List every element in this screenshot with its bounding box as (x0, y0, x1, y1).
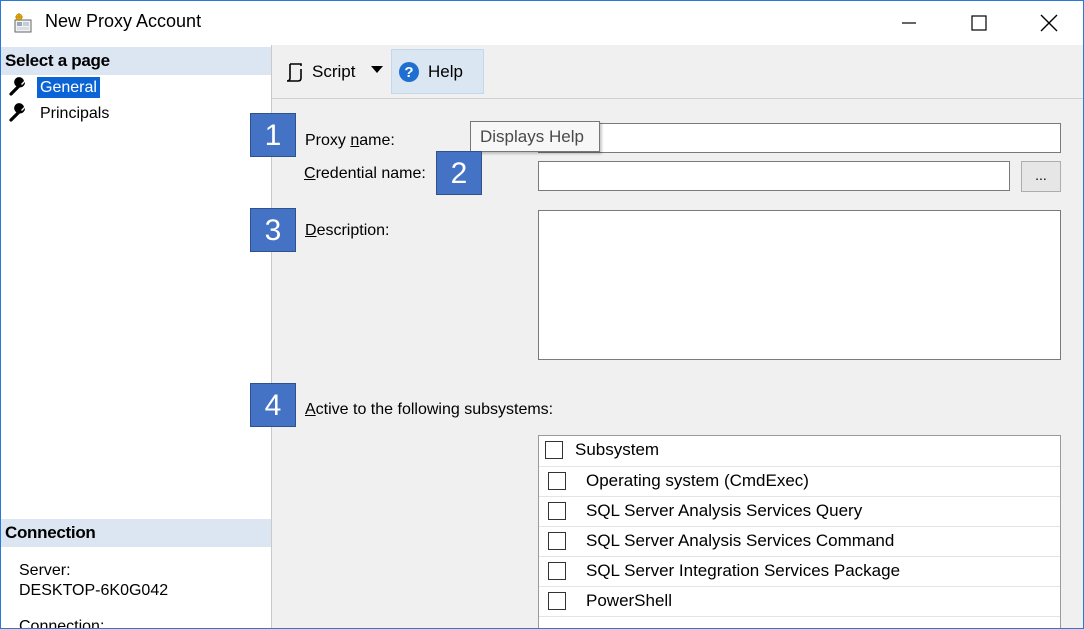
subsystem-checkbox[interactable] (548, 502, 566, 520)
connection-header: Connection (1, 519, 271, 547)
wrench-icon (9, 77, 26, 96)
subsystem-label: PowerShell (586, 591, 672, 610)
callout-badge-4: 4 (250, 383, 296, 427)
callout-badge-1: 1 (250, 113, 296, 157)
select-page-header: Select a page (1, 47, 271, 75)
subsystem-row[interactable]: SQL Server Analysis Services Query (539, 496, 1060, 527)
subsystem-checkbox[interactable] (548, 532, 566, 550)
script-label: Script (312, 62, 356, 81)
page-label-principals: Principals (40, 104, 110, 122)
title-bar: New Proxy Account (1, 1, 1083, 45)
right-pane: Script ? Help Proxy name: Credential nam… (272, 45, 1083, 628)
toolbar: Script ? Help (272, 45, 1083, 99)
description-label: Description: (305, 222, 390, 239)
subsystem-checkbox[interactable] (548, 562, 566, 580)
help-label: Help (428, 61, 463, 81)
subsystems-header-row: Subsystem (539, 436, 1060, 467)
subsystems-label: Active to the following subsystems: (305, 401, 554, 418)
page-item-general[interactable]: General (9, 76, 100, 98)
subsystem-row[interactable]: Operating system (CmdExec) (539, 466, 1060, 497)
maximize-button[interactable] (944, 1, 1014, 45)
subsystem-row[interactable]: SQL Server Analysis Services Command (539, 526, 1060, 557)
proxy-name-input[interactable] (538, 123, 1061, 153)
subsystem-label: SQL Server Analysis Services Query (586, 501, 863, 520)
left-pane: Select a page General Principals Connect… (1, 45, 272, 629)
credential-browse-button[interactable]: ... (1021, 161, 1061, 192)
subsystem-row[interactable]: SQL Server Integration Services Package (539, 556, 1060, 587)
script-dropdown-arrow-icon[interactable] (371, 66, 383, 73)
subsystem-checkbox[interactable] (548, 592, 566, 610)
proxy-name-label: Proxy name: (305, 132, 395, 149)
minimize-button[interactable] (874, 1, 944, 45)
proxy-account-icon (13, 12, 35, 34)
description-textarea[interactable] (538, 210, 1061, 360)
script-button[interactable]: Script (284, 57, 355, 87)
wrench-icon (9, 103, 26, 122)
credential-name-label: Credential name: (304, 165, 426, 182)
subsystem-checkbox[interactable] (548, 472, 566, 490)
subsystem-label: SQL Server Integration Services Package (586, 561, 901, 580)
svg-text:?: ? (404, 64, 413, 81)
subsystem-label: Operating system (CmdExec) (586, 471, 809, 490)
connection-label: Connection: (19, 618, 105, 629)
page-item-principals[interactable]: Principals (9, 102, 112, 124)
callout-badge-2: 2 (436, 151, 482, 195)
select-all-checkbox[interactable] (545, 441, 563, 459)
subsystem-label: SQL Server Analysis Services Command (586, 531, 895, 550)
server-label: Server: (19, 562, 71, 579)
close-button[interactable] (1014, 1, 1083, 45)
help-tooltip: Displays Help (470, 121, 600, 152)
server-value: DESKTOP-6K0G042 (19, 582, 169, 599)
subsystem-column-header: Subsystem (575, 440, 660, 459)
help-button[interactable]: ? Help (391, 49, 484, 94)
subsystem-row[interactable]: PowerShell (539, 586, 1060, 617)
window-title: New Proxy Account (45, 11, 202, 31)
credential-name-input[interactable] (538, 161, 1010, 191)
script-icon (286, 63, 302, 82)
page-label-general: General (37, 76, 100, 98)
proxy-account-window: New Proxy Account Select a page General … (0, 0, 1084, 629)
callout-badge-3: 3 (250, 208, 296, 252)
help-icon: ? (399, 61, 419, 82)
subsystems-grid: Subsystem Operating system (CmdExec) SQL… (538, 435, 1061, 628)
